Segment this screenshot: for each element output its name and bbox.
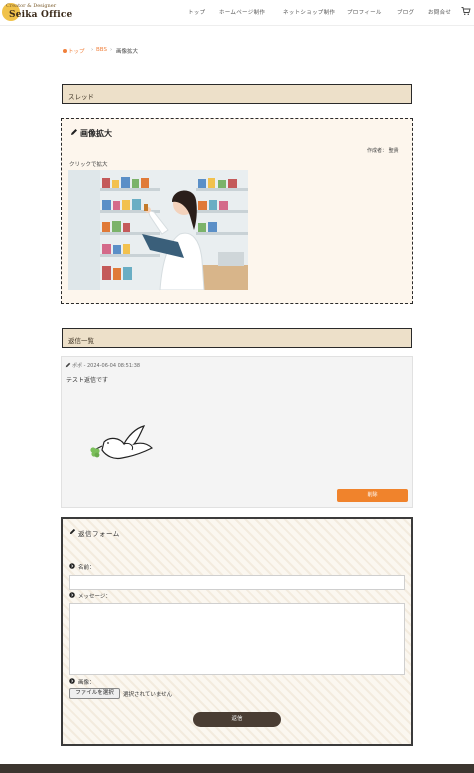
logo-tagline: Creator & Designer [6,3,57,9]
file-select-button[interactable]: ファイルを選択 [69,688,120,699]
thread-section-heading: スレッド [62,84,412,104]
pencil-icon [69,528,76,535]
reply-text: テスト返信です [66,377,109,384]
reply-meta: ポポ - 2024-06-04 08:51:38 [72,363,141,369]
thread-title: 画像拡大 [80,129,112,138]
chevron-right-icon: › [91,47,94,53]
nav-item-netshop[interactable]: ネットショップ制作 [283,8,335,16]
arrow-circle-icon [69,592,75,598]
nav-item-profile[interactable]: プロフィール [347,8,382,16]
message-label: メッセージ： [78,594,111,600]
submit-button[interactable]: 返信 [193,712,281,727]
arrow-circle-icon [69,678,75,684]
zoom-hint: クリックで拡大 [69,162,108,168]
dove-image[interactable] [86,424,154,464]
nav-item-contact[interactable]: お問合せ [428,8,451,16]
file-status: 選択されていません [123,692,173,698]
pencil-icon [71,129,77,135]
breadcrumb-home[interactable]: トップ [68,47,85,55]
logo-text[interactable]: Seika Office [9,10,72,20]
nav-item-blog[interactable]: ブログ [397,8,414,16]
chevron-right-icon: › [110,47,113,53]
arrow-circle-icon [69,563,75,569]
name-label: 名前： [78,565,95,571]
breadcrumb-bbs[interactable]: BBS [96,47,107,53]
replies-section-heading: 返信一覧 [62,328,412,348]
message-textarea[interactable] [69,603,405,675]
thread-image[interactable] [68,170,248,290]
name-input[interactable] [69,575,405,590]
home-dot-icon [63,49,67,53]
nav-item-homepage[interactable]: ホームページ制作 [219,8,265,16]
thread-author: 作成者： 聖貴 [367,148,399,154]
image-label: 画像： [78,680,95,686]
breadcrumb-current: 画像拡大 [116,49,139,55]
form-title: 返信フォーム [78,530,120,538]
delete-button[interactable]: 削除 [337,489,408,502]
site-footer [0,764,474,773]
nav-item-top[interactable]: トップ [188,8,205,16]
pencil-icon [65,362,71,368]
cart-icon[interactable] [461,6,471,16]
